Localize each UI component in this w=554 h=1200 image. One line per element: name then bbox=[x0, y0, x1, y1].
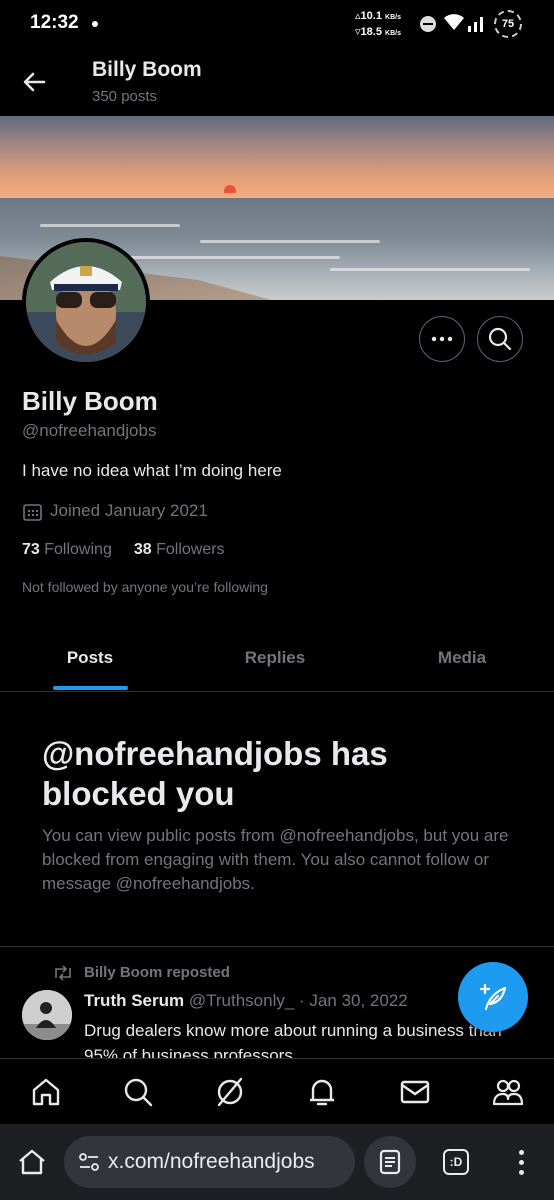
status-bar: 12:32 ▵10.1 KB/s ▿18.5 KB/s 75 bbox=[0, 0, 554, 48]
avatar-image bbox=[22, 990, 72, 1040]
tweet-text[interactable]: Drug dealers know more about running a b… bbox=[84, 1018, 534, 1060]
header-name: Billy Boom bbox=[92, 58, 202, 81]
tab-posts[interactable]: Posts bbox=[30, 648, 150, 668]
followers-link[interactable]: 38 Followers bbox=[134, 541, 225, 558]
home-icon[interactable] bbox=[29, 1075, 63, 1109]
tweet-header: Truth Serum @Truthsonly_ · Jan 30, 2022 bbox=[84, 991, 408, 1011]
blocked-title: @nofreehandjobs has blocked you bbox=[42, 735, 388, 812]
more-dots-icon bbox=[431, 336, 453, 342]
banner-wave bbox=[40, 224, 180, 227]
repost-icon bbox=[55, 965, 71, 981]
profile-handle: @nofreehandjobs bbox=[22, 421, 157, 440]
followers-count: 38 bbox=[133, 541, 152, 558]
not-followed-note: Not followed by anyone you’re following bbox=[22, 579, 268, 595]
following-count: 73 bbox=[22, 541, 40, 558]
site-settings-icon[interactable] bbox=[78, 1152, 100, 1172]
net-down-unit: KB/s bbox=[385, 30, 401, 37]
net-up: 10.1 bbox=[360, 10, 382, 22]
signal-icon bbox=[468, 17, 483, 32]
tweet-date[interactable]: · Jan 30, 2022 bbox=[299, 991, 408, 1010]
divider bbox=[0, 946, 554, 947]
tab-switcher-button[interactable]: :D bbox=[443, 1149, 469, 1175]
wifi-icon bbox=[444, 14, 464, 30]
tab-media[interactable]: Media bbox=[402, 648, 522, 668]
network-speed: ▵10.1 KB/s ▿18.5 KB/s bbox=[355, 10, 401, 38]
avatar-image bbox=[26, 242, 146, 362]
repost-label: Billy Boom reposted bbox=[84, 964, 230, 981]
battery-icon: 75 bbox=[494, 10, 522, 38]
profile-tabs: Posts Replies Media bbox=[0, 628, 554, 692]
notifications-icon[interactable] bbox=[305, 1075, 339, 1109]
banner-sun bbox=[224, 185, 236, 193]
followers-label: Followers bbox=[156, 541, 225, 558]
address-bar[interactable]: x.com/nofreehandjobs bbox=[64, 1136, 355, 1188]
do-not-disturb-icon bbox=[420, 16, 436, 32]
profile-bio: I have no idea what I’m doing here bbox=[22, 461, 282, 480]
browser-menu-icon[interactable] bbox=[512, 1148, 532, 1178]
follow-stats: 73 Following 38 Followers bbox=[22, 541, 225, 559]
compose-post-button[interactable] bbox=[458, 962, 528, 1032]
back-arrow-icon[interactable] bbox=[18, 66, 50, 98]
compose-feather-icon bbox=[479, 983, 507, 1011]
banner-wave bbox=[120, 256, 340, 259]
search-icon[interactable] bbox=[121, 1075, 155, 1109]
blocked-description: You can view public posts from @nofreeha… bbox=[42, 826, 509, 893]
joined-date: Joined January 2021 bbox=[50, 501, 208, 520]
header-post-count: 350 posts bbox=[92, 88, 158, 105]
banner-wave bbox=[200, 240, 380, 243]
tweet-author-avatar[interactable] bbox=[22, 990, 72, 1040]
browser-home-icon[interactable] bbox=[16, 1146, 48, 1178]
profile-header: Billy Boom 350 posts bbox=[0, 48, 554, 116]
profile-name: Billy Boom bbox=[22, 386, 158, 416]
grok-icon[interactable] bbox=[213, 1075, 247, 1109]
active-tab-indicator bbox=[53, 686, 128, 690]
reader-mode-button[interactable] bbox=[364, 1136, 416, 1188]
search-icon bbox=[488, 327, 512, 351]
messages-icon[interactable] bbox=[398, 1075, 432, 1109]
banner-wave bbox=[330, 268, 530, 271]
net-up-unit: KB/s bbox=[385, 14, 401, 21]
tab-replies[interactable]: Replies bbox=[215, 648, 335, 668]
profile-avatar[interactable] bbox=[22, 238, 150, 366]
bottom-navigation bbox=[0, 1058, 554, 1124]
url-text: x.com/nofreehandjobs bbox=[108, 1150, 315, 1173]
tweet-author-name[interactable]: Truth Serum bbox=[84, 991, 184, 1010]
following-link[interactable]: 73 Following bbox=[22, 541, 112, 558]
following-label: Following bbox=[44, 541, 112, 558]
tweet-author-handle[interactable]: @Truthsonly_ bbox=[189, 991, 294, 1010]
net-down: 18.5 bbox=[360, 26, 382, 38]
banner-sky bbox=[0, 116, 554, 198]
status-time: 12:32 bbox=[30, 12, 79, 33]
more-options-button[interactable] bbox=[419, 316, 465, 362]
browser-toolbar: x.com/nofreehandjobs :D bbox=[0, 1124, 554, 1200]
profile-search-button[interactable] bbox=[477, 316, 523, 362]
reader-mode-icon bbox=[379, 1149, 401, 1175]
communities-icon[interactable] bbox=[491, 1075, 525, 1109]
calendar-icon bbox=[23, 504, 42, 521]
notification-dot-icon bbox=[92, 21, 98, 27]
